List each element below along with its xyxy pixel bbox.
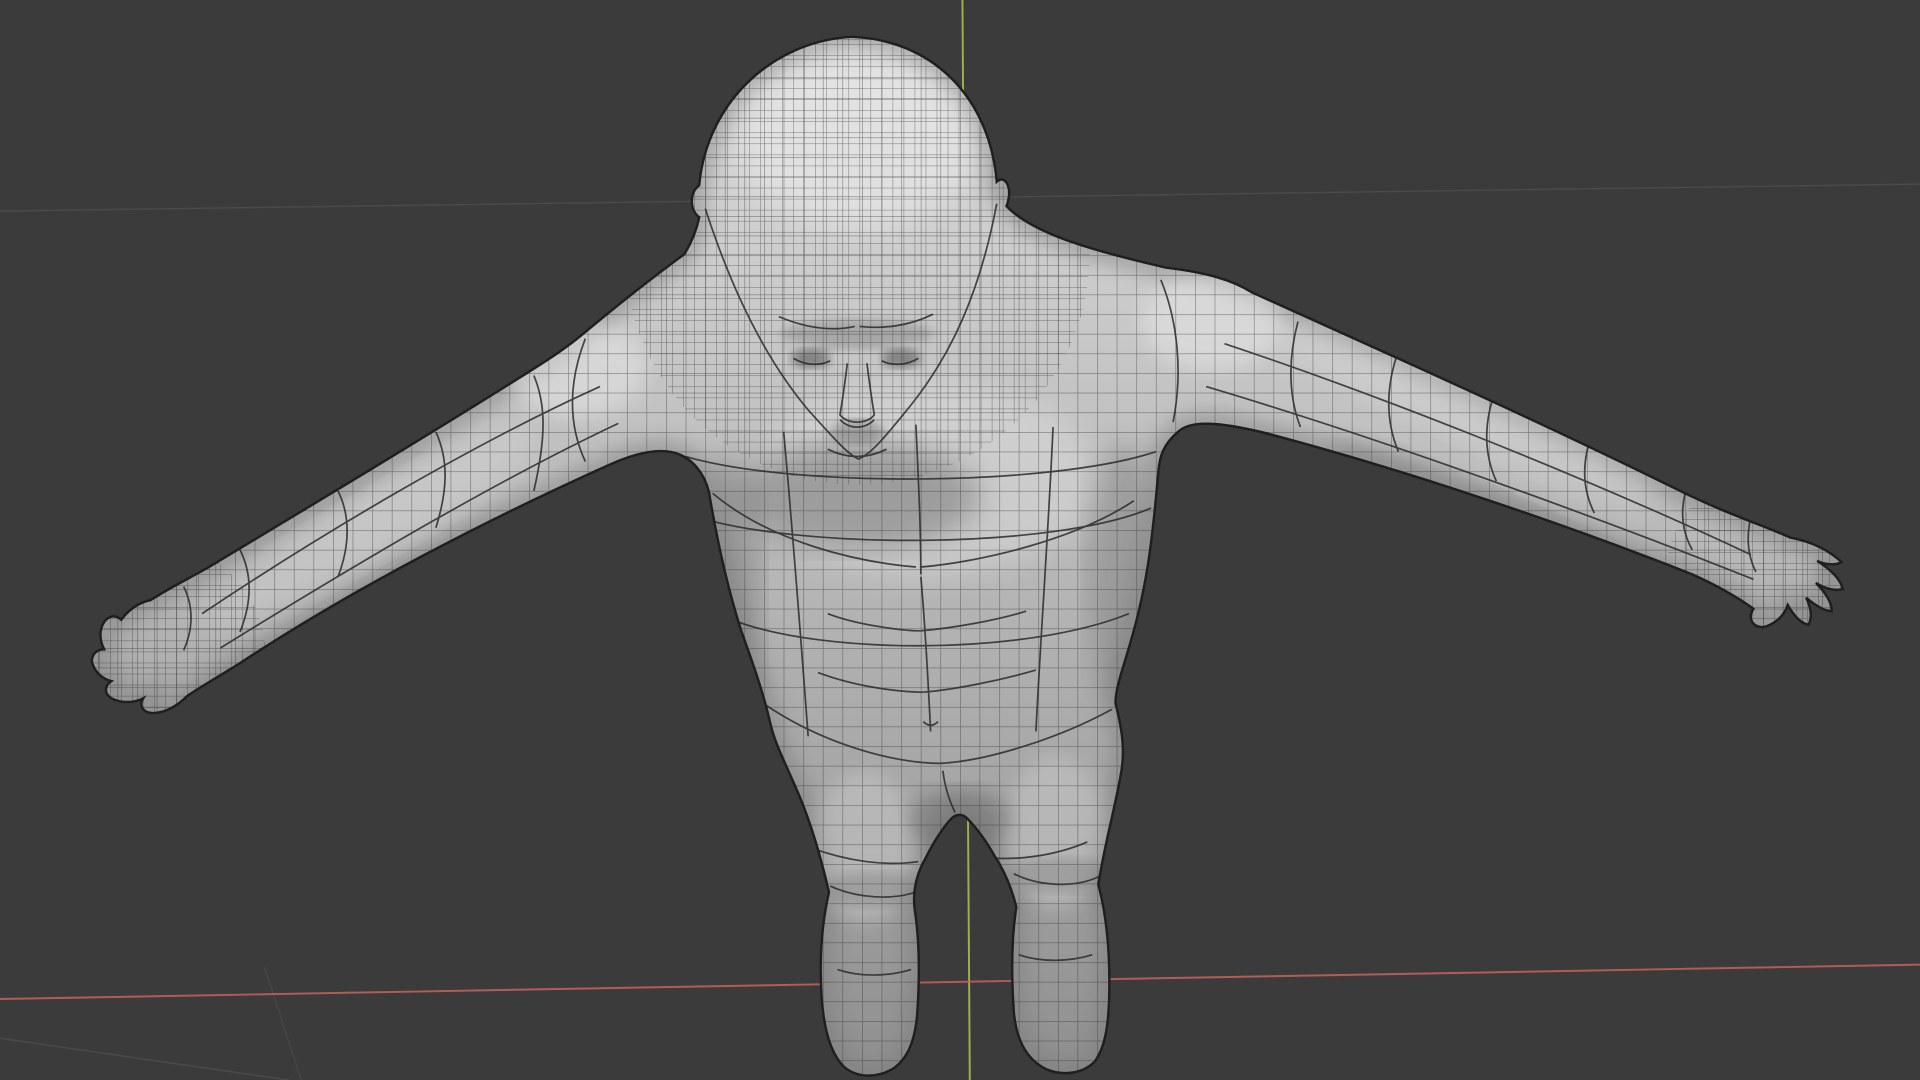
viewport-3d[interactable] <box>0 0 1920 1080</box>
viewport-canvas <box>0 0 1920 1080</box>
